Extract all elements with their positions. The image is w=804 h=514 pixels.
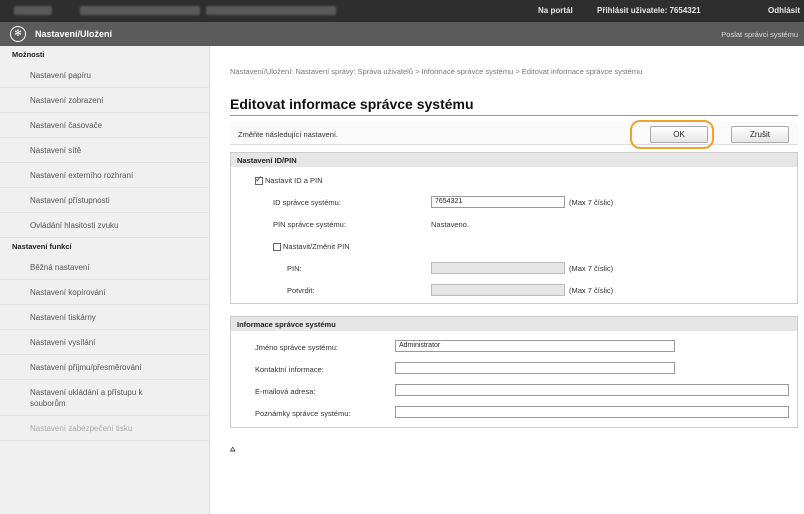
change-pin-label: Nastavit/Změnit PIN bbox=[283, 242, 350, 251]
pin-input[interactable] bbox=[431, 262, 565, 274]
admin-name-input[interactable]: Administrator bbox=[395, 340, 675, 352]
sidebar-item-printer[interactable]: Nastavení tiskárny bbox=[0, 305, 209, 330]
main-content: Nastavení/Uložení: Nastavení správy: Spr… bbox=[220, 46, 804, 514]
settings-logo-icon: ✻ bbox=[10, 26, 26, 42]
sidebar-item-copy[interactable]: Nastavení kopírování bbox=[0, 280, 209, 305]
confirm-label: Potvrdit: bbox=[287, 286, 315, 295]
confirm-hint: (Max 7 číslic) bbox=[569, 286, 614, 295]
ok-highlight-ring bbox=[630, 120, 714, 149]
top-bar: Na portál Přihlásit uživatele: 7654321 O… bbox=[0, 0, 804, 22]
blurred-url-part bbox=[80, 6, 200, 15]
sidebar-item-accessibility[interactable]: Nastavení přístupnosti bbox=[0, 188, 209, 213]
back-to-top-icon[interactable]: ⩠ bbox=[230, 444, 235, 455]
blurred-url-part bbox=[14, 6, 52, 15]
logout-link[interactable]: Odhlásit bbox=[768, 6, 800, 15]
page-title: Editovat informace správce systému bbox=[230, 96, 474, 112]
sidebar-item-network[interactable]: Nastavení sítě bbox=[0, 138, 209, 163]
change-pin-row: Nastavit/Změnit PIN bbox=[273, 242, 350, 252]
portal-link[interactable]: Na portál bbox=[538, 6, 573, 15]
pin-hint: (Max 7 číslic) bbox=[569, 264, 614, 273]
admin-pin-label: PIN správce systému: bbox=[273, 220, 346, 229]
sidebar-item-volume[interactable]: Ovládání hlasitosti zvuku bbox=[0, 213, 209, 238]
breadcrumb: Nastavení/Uložení: Nastavení správy: Spr… bbox=[230, 67, 643, 76]
email-label: E-mailová adresa: bbox=[255, 387, 316, 396]
idpin-header: Nastavení ID/PIN bbox=[231, 153, 797, 167]
idpin-panel: Nastavení ID/PIN Nastavit ID a PIN ID sp… bbox=[230, 152, 798, 304]
confirm-pin-input[interactable] bbox=[431, 284, 565, 296]
sidebar: Možnosti Nastavení papíru Nastavení zobr… bbox=[0, 46, 210, 514]
sidebar-section-functions: Nastavení funkcí bbox=[12, 242, 72, 251]
app-header: ✻ Nastavení/Uložení Poslat správci systé… bbox=[0, 22, 804, 46]
blurred-url-part bbox=[206, 6, 336, 15]
change-pin-checkbox[interactable] bbox=[273, 243, 281, 252]
sidebar-item-secure-print[interactable]: Nastavení zabezpečení tisku bbox=[0, 416, 209, 441]
sidebar-item-send[interactable]: Nastavení vysílání bbox=[0, 330, 209, 355]
admin-name-label: Jméno správce systému: bbox=[255, 343, 338, 352]
sidebar-item-store-access[interactable]: Nastavení ukládání a přístupu k souborům bbox=[0, 380, 209, 416]
title-divider bbox=[230, 115, 798, 116]
mail-admin-link[interactable]: Poslat správci systému bbox=[721, 30, 798, 39]
set-id-pin-checkbox[interactable] bbox=[255, 174, 263, 186]
sidebar-section-options: Možnosti bbox=[12, 50, 45, 59]
contact-input[interactable] bbox=[395, 362, 675, 374]
admin-id-label: ID správce systému: bbox=[273, 198, 341, 207]
email-input[interactable] bbox=[395, 384, 789, 396]
sidebar-item-external-interface[interactable]: Nastavení externího rozhraní bbox=[0, 163, 209, 188]
sidebar-item-paper[interactable]: Nastavení papíru bbox=[0, 63, 209, 88]
app-title: Nastavení/Uložení bbox=[35, 29, 113, 39]
notes-input[interactable] bbox=[395, 406, 789, 418]
admin-info-panel: Informace správce systému Jméno správce … bbox=[230, 316, 798, 428]
set-id-pin-row: Nastavit ID a PIN bbox=[255, 174, 323, 186]
set-id-pin-label: Nastavit ID a PIN bbox=[265, 176, 323, 185]
sidebar-item-common[interactable]: Běžná nastavení bbox=[0, 255, 209, 280]
admin-id-hint: (Max 7 číslic) bbox=[569, 198, 614, 207]
pin-label: PIN: bbox=[287, 264, 302, 273]
sidebar-item-receive-forward[interactable]: Nastavení příjmu/přesměrování bbox=[0, 355, 209, 380]
admin-info-header: Informace správce systému bbox=[231, 317, 797, 331]
admin-pin-status: Nastaveno. bbox=[431, 220, 469, 229]
login-user-label: Přihlásit uživatele: 7654321 bbox=[597, 6, 701, 15]
notes-label: Poznámky správce systému: bbox=[255, 409, 351, 418]
contact-label: Kontaktní informace: bbox=[255, 365, 324, 374]
sidebar-item-timer[interactable]: Nastavení časovače bbox=[0, 113, 209, 138]
sidebar-item-display[interactable]: Nastavení zobrazení bbox=[0, 88, 209, 113]
admin-id-input[interactable]: 7654321 bbox=[431, 196, 565, 208]
cancel-button[interactable]: Zrušit bbox=[731, 126, 789, 143]
intro-text: Změňte následující nastavení. bbox=[238, 130, 339, 139]
